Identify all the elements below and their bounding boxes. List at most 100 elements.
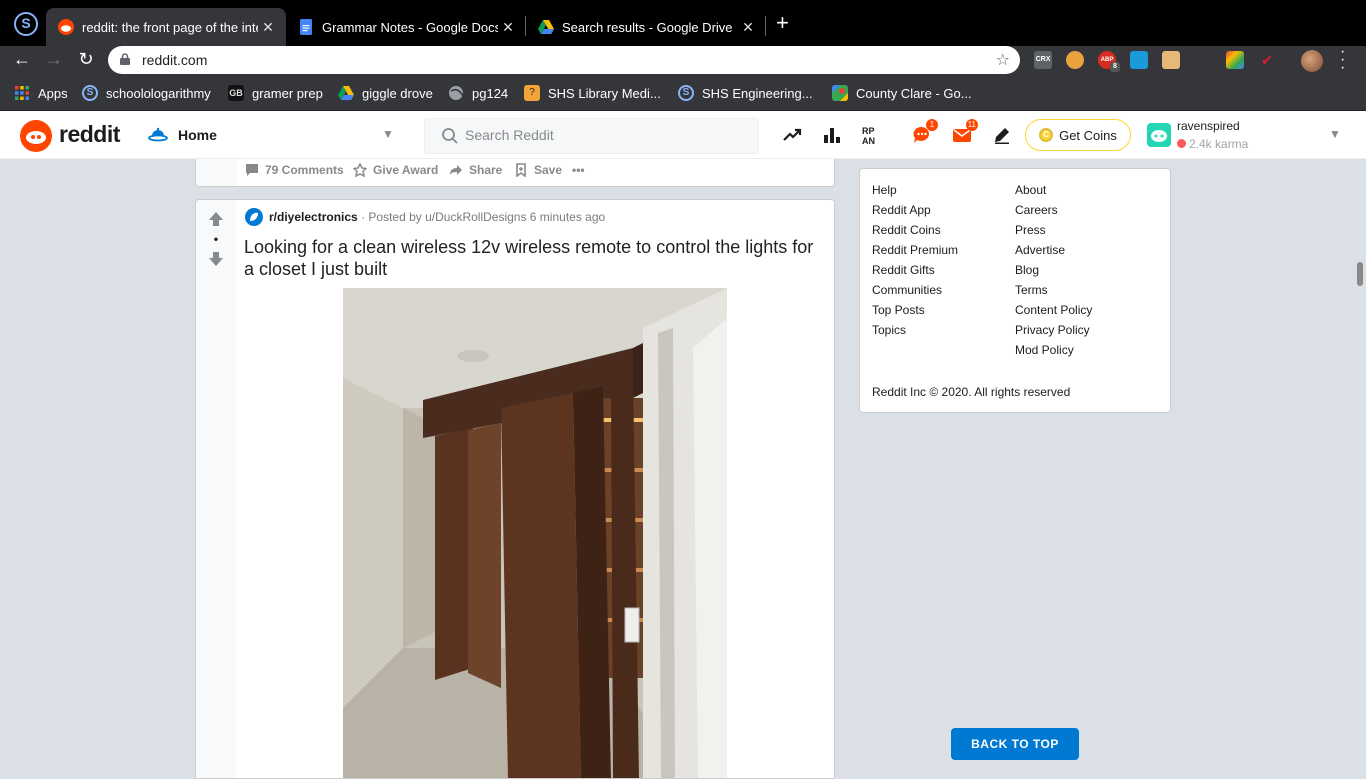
award-icon	[353, 163, 367, 177]
checkmark-extension-icon[interactable]	[1130, 51, 1148, 69]
tab-google-docs[interactable]: Grammar Notes - Google Docs ✕	[286, 8, 526, 46]
leaderboard-icon[interactable]	[822, 125, 842, 145]
footer-link-communities[interactable]: Communities	[872, 283, 942, 297]
back-to-top-button[interactable]: BACK TO TOP	[951, 728, 1079, 760]
bookmark-pg124[interactable]: pg124	[448, 85, 508, 101]
profile-s-icon[interactable]: S	[14, 12, 38, 36]
user-avatar[interactable]	[1147, 123, 1171, 147]
back-arrow-icon[interactable]: ←	[10, 49, 34, 70]
bookmark-apps[interactable]: Apps	[14, 85, 68, 101]
post-title[interactable]: Looking for a clean wireless 12v wireles…	[244, 236, 824, 280]
color-extension-icon[interactable]	[1226, 51, 1244, 69]
gb-logo-icon: GB	[228, 85, 244, 101]
new-tab-button[interactable]: +	[776, 12, 789, 34]
comments-button[interactable]: 79 Comments	[245, 163, 344, 177]
create-post-pencil-icon[interactable]	[992, 125, 1012, 145]
footer-link-press[interactable]: Press	[1015, 223, 1046, 237]
face-extension-icon[interactable]	[1162, 51, 1180, 69]
reddit-snoo-logo-icon[interactable]	[20, 120, 52, 152]
search-input[interactable]	[465, 127, 745, 143]
get-coins-label: Get Coins	[1059, 127, 1117, 143]
owl-extension-icon[interactable]	[1066, 51, 1084, 69]
footer-link-reddit-gifts[interactable]: Reddit Gifts	[872, 263, 935, 277]
chat-button[interactable]: 1	[912, 119, 938, 145]
bookmark-shs-library[interactable]: ? SHS Library Medi...	[524, 85, 661, 101]
search-icon	[442, 128, 458, 144]
tab-google-drive[interactable]: Search results - Google Drive ✕	[526, 8, 766, 46]
forward-arrow-icon[interactable]: →	[42, 49, 66, 70]
footer-link-about[interactable]: About	[1015, 183, 1046, 197]
subreddit-link[interactable]: r/diyelectronics	[269, 210, 358, 224]
checkmark-red-icon[interactable]: ✔	[1258, 51, 1276, 69]
google-drive-icon	[538, 20, 554, 34]
comments-label: 79 Comments	[265, 163, 344, 177]
crx-extension-icon[interactable]: CRX	[1034, 51, 1052, 69]
library-icon: ?	[524, 85, 540, 101]
bookmark-label: pg124	[472, 85, 509, 101]
footer-link-privacy-policy[interactable]: Privacy Policy	[1015, 323, 1090, 337]
footer-link-blog[interactable]: Blog	[1015, 263, 1039, 277]
karma-icon	[1177, 139, 1186, 148]
close-tab-icon[interactable]: ✕	[258, 19, 278, 36]
footer-link-topics[interactable]: Topics	[872, 323, 906, 337]
reload-icon[interactable]: ↻	[74, 49, 98, 70]
chrome-profile-avatar[interactable]	[1301, 50, 1323, 72]
schoology-s-icon: S	[678, 85, 694, 101]
bookmark-gramer-prep[interactable]: GB gramer prep	[228, 85, 323, 101]
bookmark-giggle-drove[interactable]: giggle drove	[338, 85, 433, 101]
coin-icon: C	[1039, 128, 1054, 142]
footer-link-advertise[interactable]: Advertise	[1015, 243, 1065, 257]
home-feed-icon[interactable]	[148, 126, 168, 146]
close-tab-icon[interactable]: ✕	[738, 19, 758, 36]
trending-icon[interactable]	[782, 125, 802, 145]
downvote-arrow-icon[interactable]	[208, 251, 224, 267]
give-award-button[interactable]: Give Award	[353, 163, 438, 177]
scrollbar-thumb[interactable]	[1357, 262, 1363, 286]
user-menu-chevron-down-icon[interactable]: ▼	[1329, 127, 1341, 141]
footer-link-content-policy[interactable]: Content Policy	[1015, 303, 1092, 317]
chevron-down-icon[interactable]: ▼	[382, 127, 394, 141]
reddit-favicon-icon	[58, 19, 74, 35]
bookmark-schoolologarithmy[interactable]: S schoolologarithmy	[82, 85, 211, 101]
close-tab-icon[interactable]: ✕	[498, 19, 518, 36]
google-docs-icon	[300, 19, 312, 35]
rpan-icon[interactable]: RPAN	[862, 125, 882, 145]
username[interactable]: ravenspired	[1177, 119, 1240, 133]
bookmark-county-clare[interactable]: County Clare - Go...	[832, 85, 972, 101]
inbox-button[interactable]: 11	[952, 119, 978, 145]
chrome-menu-icon[interactable]: · · ·	[1340, 44, 1345, 76]
tab-reddit[interactable]: reddit: the front page of the internet ✕	[46, 8, 286, 46]
footer-link-reddit-coins[interactable]: Reddit Coins	[872, 223, 941, 237]
address-bar[interactable]: reddit.com ☆	[108, 46, 1020, 74]
footer-link-mod-policy[interactable]: Mod Policy	[1015, 343, 1074, 357]
comment-icon	[246, 164, 258, 176]
subreddit-icon[interactable]	[245, 208, 263, 226]
post-image[interactable]	[343, 288, 727, 778]
footer-link-reddit-premium[interactable]: Reddit Premium	[872, 243, 958, 257]
give-award-label: Give Award	[373, 163, 439, 177]
bookmark-label: County Clare - Go...	[856, 85, 972, 101]
footer-link-reddit-app[interactable]: Reddit App	[872, 203, 931, 217]
vote-column	[197, 159, 237, 186]
search-box[interactable]	[424, 118, 759, 154]
sidebar-footer-card: Help Reddit App Reddit Coins Reddit Prem…	[859, 168, 1171, 413]
footer-link-terms[interactable]: Terms	[1015, 283, 1048, 297]
share-button[interactable]: Share	[449, 163, 502, 177]
footer-link-careers[interactable]: Careers	[1015, 203, 1058, 217]
upvote-arrow-icon[interactable]	[208, 211, 224, 227]
reddit-wordmark[interactable]: reddit	[59, 121, 120, 148]
vote-count: •	[213, 232, 219, 246]
footer-link-top-posts[interactable]: Top Posts	[872, 303, 925, 317]
more-options-icon[interactable]: •••	[572, 163, 585, 177]
adblock-count-badge: 8	[1110, 62, 1120, 72]
save-button[interactable]: Save	[514, 163, 562, 177]
footer-link-help[interactable]: Help	[872, 183, 897, 197]
google-drive-icon	[338, 86, 354, 100]
bookmark-shs-engineering[interactable]: S SHS Engineering...	[678, 85, 813, 101]
feed-selector-label[interactable]: Home	[178, 127, 217, 143]
post-card[interactable]: • r/diyelectronics · Posted by u/DuckRol…	[195, 199, 835, 779]
share-icon	[450, 165, 462, 175]
svg-text:AN: AN	[862, 136, 875, 145]
bookmark-star-icon[interactable]: ☆	[996, 50, 1010, 70]
get-coins-button[interactable]: C Get Coins	[1025, 119, 1131, 151]
